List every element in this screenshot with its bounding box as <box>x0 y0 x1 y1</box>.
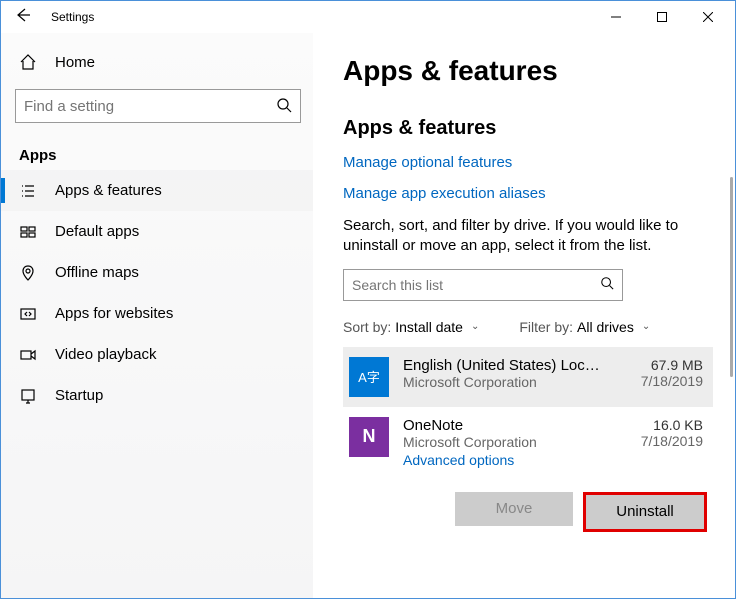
minimize-button[interactable] <box>593 1 639 33</box>
highlight-annotation: Uninstall <box>583 492 707 532</box>
sidebar-item-offline-maps[interactable]: Offline maps <box>1 252 313 293</box>
maximize-button[interactable] <box>639 1 685 33</box>
search-icon <box>600 276 614 293</box>
section-description: Search, sort, and filter by drive. If yo… <box>343 216 683 257</box>
chevron-down-icon: ⌄ <box>642 321 650 332</box>
sidebar-item-video-playback[interactable]: Video playback <box>1 334 313 375</box>
video-icon <box>19 347 37 363</box>
uninstall-button[interactable]: Uninstall <box>586 495 704 529</box>
search-icon <box>276 97 292 116</box>
map-icon <box>19 265 37 281</box>
app-icon: N <box>349 417 389 457</box>
app-name: English (United States) Local Exp... <box>403 357 603 374</box>
app-icon: A字 <box>349 357 389 397</box>
back-button[interactable] <box>5 7 33 28</box>
sidebar-item-label: Video playback <box>55 346 156 363</box>
sort-label: Sort by: <box>343 319 391 335</box>
move-button[interactable]: Move <box>455 492 573 526</box>
app-date: 7/18/2019 <box>641 433 703 449</box>
app-publisher: Microsoft Corporation <box>403 434 641 450</box>
sidebar-item-label: Startup <box>55 387 103 404</box>
sort-value: Install date <box>395 319 463 335</box>
sidebar-section-label: Apps <box>1 129 313 170</box>
titlebar: Settings <box>1 1 735 33</box>
app-list-search[interactable] <box>343 269 623 301</box>
close-button[interactable] <box>685 1 731 33</box>
app-size: 16.0 KB <box>641 417 703 433</box>
link-optional-features[interactable]: Manage optional features <box>343 154 713 171</box>
sort-selector[interactable]: Sort by: Install date ⌄ <box>343 319 479 335</box>
websites-icon <box>19 306 37 322</box>
sidebar-search[interactable] <box>15 89 301 123</box>
sidebar-item-label: Default apps <box>55 223 139 240</box>
sidebar-item-default-apps[interactable]: Default apps <box>1 211 313 252</box>
app-row[interactable]: N OneNote Microsoft Corporation Advanced… <box>343 407 713 478</box>
advanced-options-link[interactable]: Advanced options <box>403 452 641 468</box>
scrollbar[interactable] <box>730 177 733 377</box>
sidebar-search-input[interactable] <box>24 98 276 115</box>
page-title: Apps & features <box>343 55 713 87</box>
app-date: 7/18/2019 <box>641 373 703 389</box>
app-publisher: Microsoft Corporation <box>403 374 641 390</box>
app-list-search-input[interactable] <box>352 277 600 293</box>
sidebar: Home Apps Apps & features Default apps <box>1 33 313 598</box>
home-nav[interactable]: Home <box>1 43 313 81</box>
window-title: Settings <box>33 10 94 24</box>
app-row[interactable]: A字 English (United States) Local Exp... … <box>343 347 713 407</box>
sidebar-item-label: Offline maps <box>55 264 139 281</box>
link-execution-aliases[interactable]: Manage app execution aliases <box>343 185 713 202</box>
section-title: Apps & features <box>343 117 713 140</box>
filter-label: Filter by: <box>519 319 573 335</box>
home-label: Home <box>55 54 95 71</box>
sidebar-item-apps-websites[interactable]: Apps for websites <box>1 293 313 334</box>
chevron-down-icon: ⌄ <box>471 321 479 332</box>
filter-value: All drives <box>577 319 634 335</box>
sidebar-item-label: Apps for websites <box>55 305 173 322</box>
app-list: A字 English (United States) Local Exp... … <box>343 347 713 550</box>
app-size: 67.9 MB <box>641 357 703 373</box>
app-name: OneNote <box>403 417 603 434</box>
sidebar-item-label: Apps & features <box>55 182 162 199</box>
startup-icon <box>19 388 37 404</box>
home-icon <box>19 53 37 71</box>
defaults-icon <box>19 224 37 240</box>
filter-selector[interactable]: Filter by: All drives ⌄ <box>519 319 650 335</box>
main-panel: Apps & features Apps & features Manage o… <box>313 33 735 598</box>
sidebar-item-startup[interactable]: Startup <box>1 375 313 416</box>
sidebar-item-apps-features[interactable]: Apps & features <box>1 170 313 211</box>
list-icon <box>19 183 37 199</box>
